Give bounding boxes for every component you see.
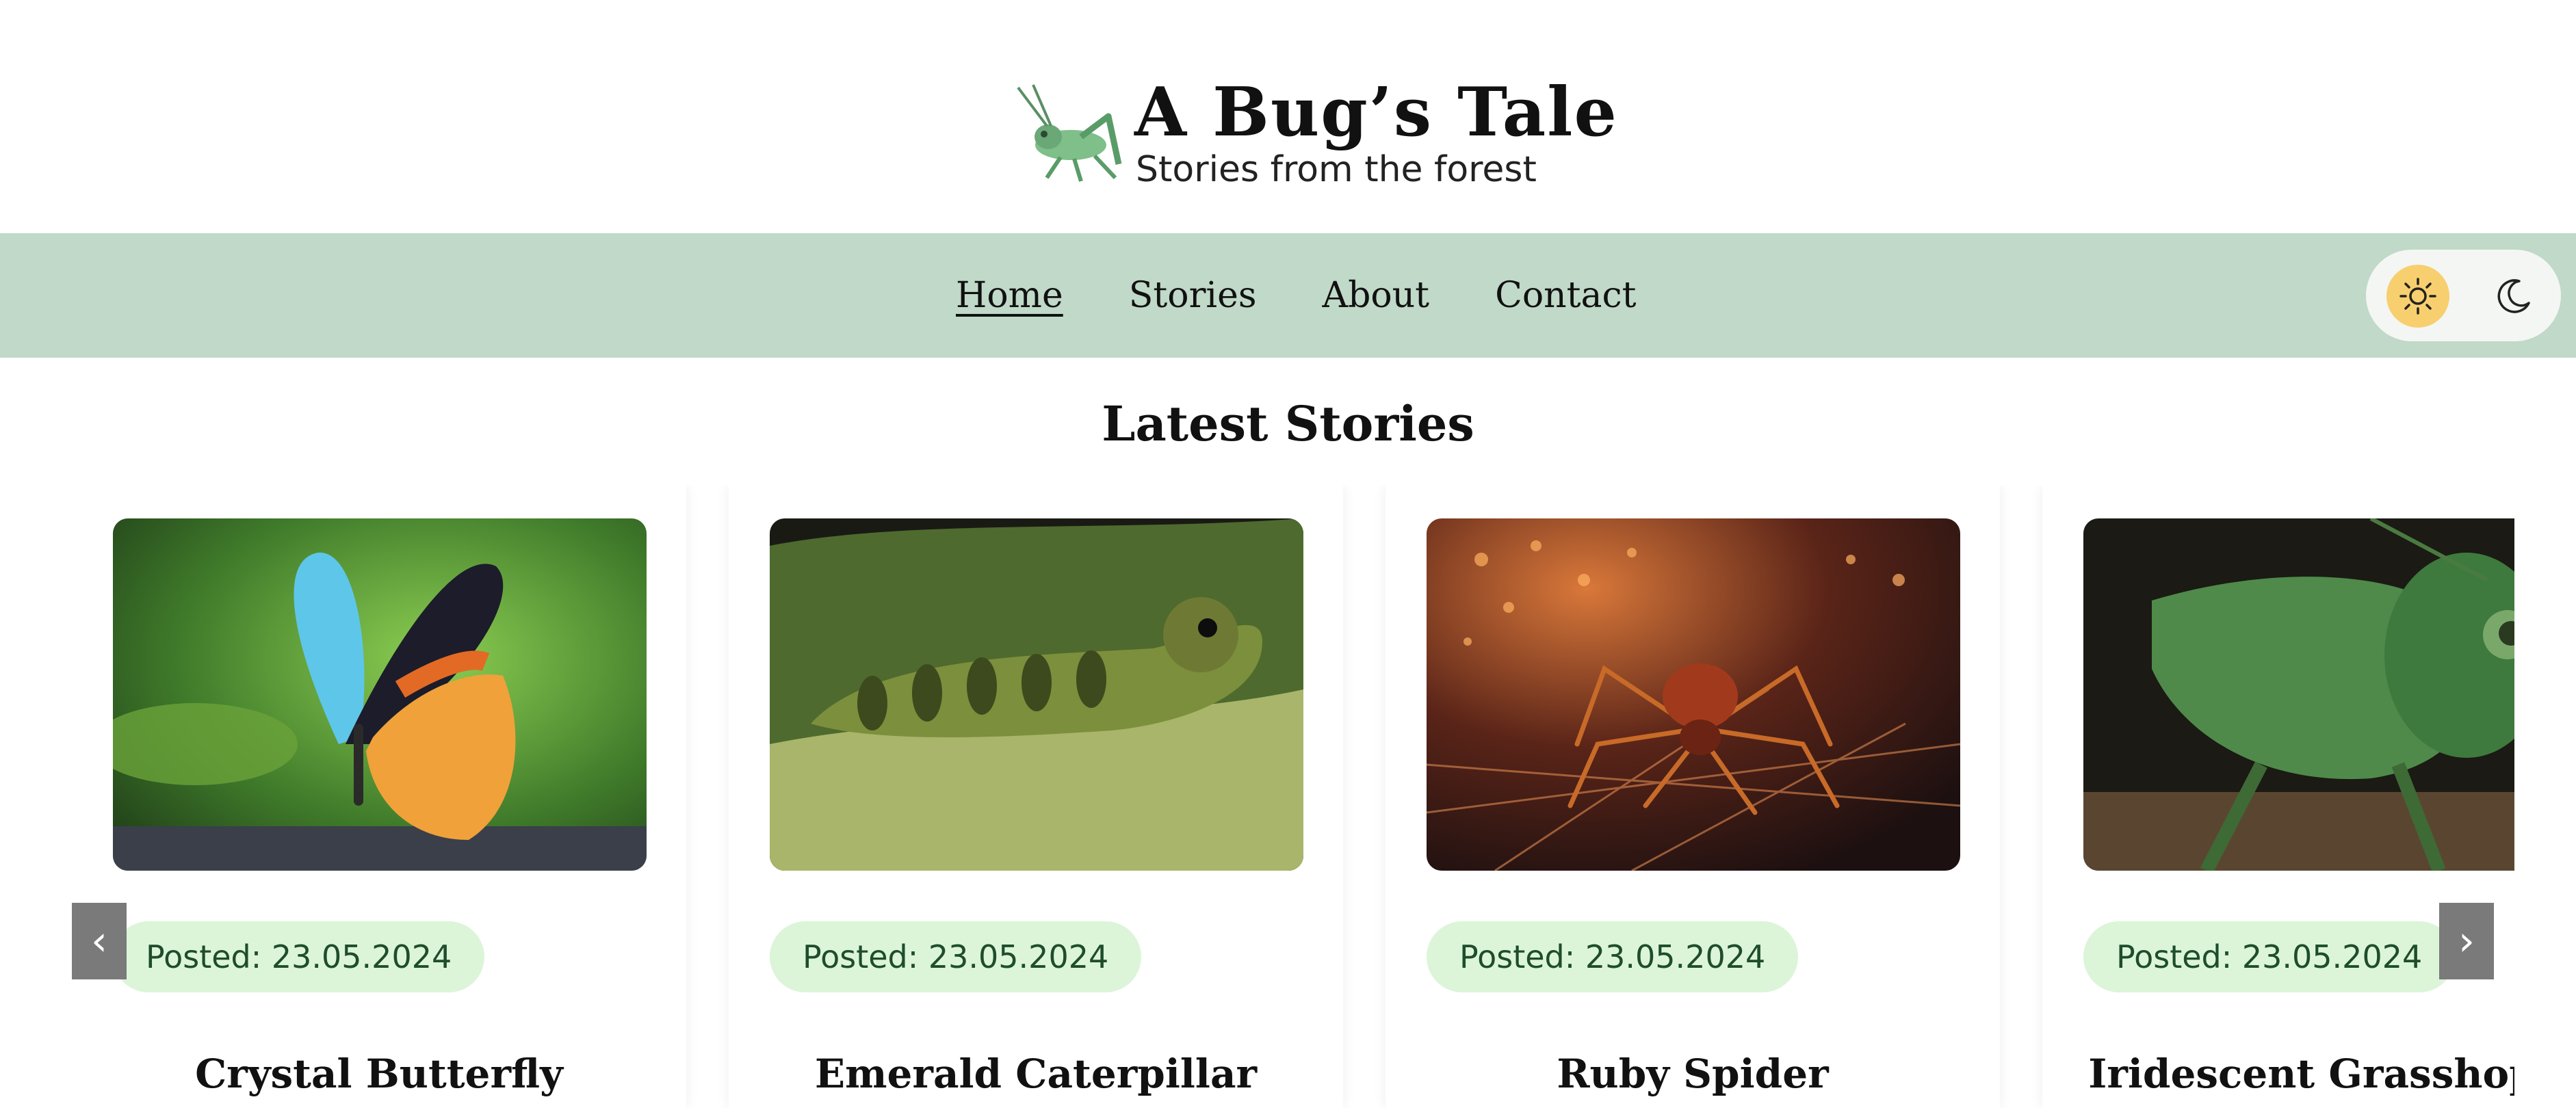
nav-item-contact[interactable]: Contact <box>1495 275 1637 316</box>
dark-mode-button[interactable] <box>2482 265 2545 328</box>
story-card[interactable]: Posted: 23.05.2024 Crystal Butterfly <box>72 486 686 1108</box>
nav-item-stories[interactable]: Stories <box>1129 275 1257 316</box>
nav-item-home[interactable]: Home <box>956 275 1063 316</box>
butterfly-image <box>113 518 647 871</box>
logo[interactable]: A Bug’s Tale Stories from the forest <box>1006 75 1617 192</box>
posted-date-badge: Posted: 23.05.2024 <box>770 921 1142 992</box>
section-title: Latest Stories <box>1102 395 1474 452</box>
moon-icon <box>2497 279 2530 313</box>
sun-icon <box>2399 278 2436 315</box>
carousel-track: Posted: 23.05.2024 Crystal Butterfly Pos… <box>72 486 2514 1108</box>
nav-links: Home Stories About Contact <box>956 233 1637 358</box>
spider-image <box>1427 518 1960 871</box>
grasshopper-image <box>2083 518 2514 871</box>
posted-date-badge: Posted: 23.05.2024 <box>1427 921 1799 992</box>
posted-date-badge: Posted: 23.05.2024 <box>2083 921 2456 992</box>
carousel-next-button[interactable]: › <box>2439 903 2494 979</box>
light-mode-button[interactable] <box>2386 265 2449 328</box>
story-title[interactable]: Crystal Butterfly <box>72 1046 686 1101</box>
site-header: A Bug’s Tale Stories from the forest <box>0 0 2576 233</box>
grasshopper-icon <box>1017 84 1122 182</box>
story-title[interactable]: Ruby Spider <box>1385 1046 2000 1101</box>
nav-item-about[interactable]: About <box>1323 275 1430 316</box>
main-nav: Home Stories About Contact <box>0 233 2576 358</box>
caterpillar-image <box>770 518 1303 871</box>
story-title[interactable]: Iridescent Grasshopper <box>2042 1046 2514 1101</box>
posted-date-badge: Posted: 23.05.2024 <box>113 921 485 992</box>
theme-toggle <box>2366 250 2561 341</box>
carousel-prev-button[interactable]: ‹ <box>72 903 127 979</box>
story-title[interactable]: Emerald Caterpillar <box>729 1046 1343 1101</box>
site-title: A Bug’s Tale <box>1134 73 1618 152</box>
story-card[interactable]: Posted: 23.05.2024 Emerald Caterpillar <box>729 486 1343 1108</box>
story-card[interactable]: Posted: 23.05.2024 Iridescent Grasshoppe… <box>2042 486 2514 1108</box>
site-subtitle: Stories from the forest <box>1136 149 1537 190</box>
story-card[interactable]: Posted: 23.05.2024 Ruby Spider <box>1385 486 2000 1108</box>
stories-carousel: Posted: 23.05.2024 Crystal Butterfly Pos… <box>72 486 2514 1108</box>
